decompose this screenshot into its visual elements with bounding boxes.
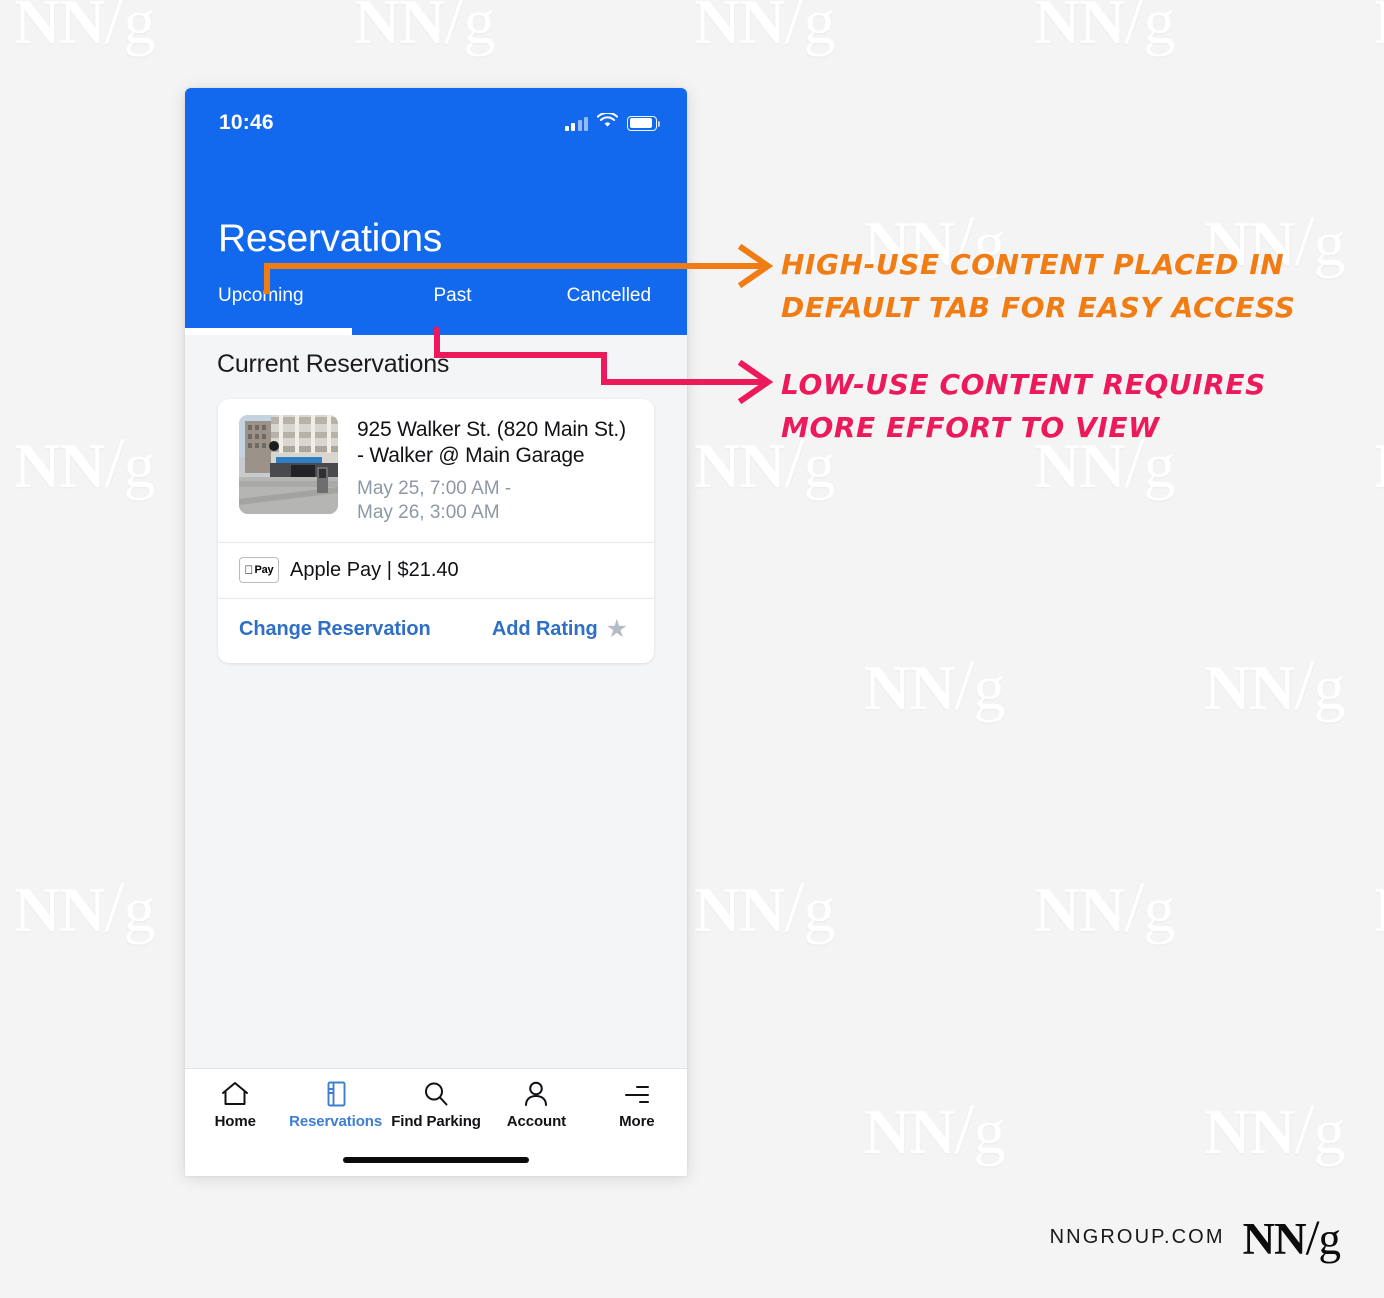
search-icon	[421, 1080, 451, 1108]
apple-pay-badge-label: Pay	[250, 564, 274, 577]
reservation-dates: May 25, 7:00 AM - May 26, 3:00 AM	[357, 477, 638, 524]
watermark-tile: NN/g	[694, 0, 835, 59]
nav-item-home[interactable]: Home	[185, 1080, 285, 1130]
status-bar-time: 10:46	[219, 111, 274, 134]
annotation-low-use-line2: more effort to view	[781, 411, 1160, 445]
active-tab-indicator	[185, 328, 352, 335]
watermark-tile: NN/g	[14, 867, 155, 947]
section-title: Current Reservations	[217, 350, 450, 378]
star-icon: ★	[605, 615, 628, 644]
footer: NNGROUP.COM NN/g	[1049, 1209, 1341, 1265]
footer-url: NNGROUP.COM	[1049, 1225, 1225, 1248]
battery-icon	[627, 115, 660, 131]
reservation-date-start: May 25, 7:00 AM -	[357, 478, 512, 500]
tab-past[interactable]: Past	[374, 279, 530, 335]
reservation-details: 925 Walker St. (820 Main St.) - Walker @…	[357, 415, 638, 524]
watermark-tile: NN/g	[14, 0, 155, 59]
watermark-tile: NN/g	[1034, 423, 1175, 503]
add-rating-label: Add Rating	[491, 618, 598, 641]
reservations-icon	[321, 1080, 351, 1108]
nav-item-more[interactable]: More	[587, 1080, 687, 1130]
reservation-location-name: 925 Walker St. (820 Main St.) - Walker @…	[357, 418, 626, 468]
nav-item-account-label: Account	[506, 1113, 567, 1130]
nng-logo-nn: NN	[1242, 1214, 1307, 1264]
nng-logo: NN/g	[1242, 1209, 1341, 1265]
tab-past-label: Past	[433, 285, 472, 306]
apple-logo-icon: 	[245, 564, 254, 576]
nng-logo-g: g	[1318, 1214, 1341, 1264]
watermark-tile: NN/g	[1374, 0, 1384, 61]
payment-method-and-amount: Apple Pay | $21.40	[290, 558, 459, 581]
nng-logo-slash: /	[1305, 1209, 1320, 1265]
annotation-high-use-line1: High-use content placed in	[781, 248, 1285, 281]
tab-cancelled-label: Cancelled	[566, 285, 652, 306]
cellular-signal-icon	[564, 116, 588, 131]
tab-upcoming-label: Upcoming	[218, 285, 304, 306]
nav-item-reservations[interactable]: Reservations	[285, 1080, 385, 1130]
annotation-low-use: Low-use content requires more effort to …	[781, 363, 1266, 450]
nav-item-find-parking-label: Find Parking	[391, 1113, 481, 1130]
app-header: 10:46 Reservations Upcoming Past Cancell…	[185, 88, 687, 335]
status-bar: 10:46	[185, 88, 687, 136]
watermark-tile: NN/g	[694, 867, 835, 947]
card-actions: Change Reservation Add Rating ★	[218, 599, 654, 663]
watermark-tile: NN/g	[864, 201, 1005, 281]
watermark-tile: NN/g	[1374, 866, 1384, 949]
watermark-tile: NN/g	[1034, 0, 1175, 59]
add-rating-button[interactable]: Add Rating ★	[492, 617, 628, 642]
nav-item-more-label: More	[619, 1113, 655, 1130]
person-icon	[521, 1080, 551, 1108]
watermark-tile: NN/g	[864, 645, 1005, 725]
apple-pay-badge:  Pay	[239, 557, 279, 584]
watermark-tile: NN/g	[864, 1089, 1005, 1169]
screenshot-canvas: NN/g NN/g NN/g NN/g NN/g NN/g NN/g NN/g NN/g NN/g…	[0, 0, 1384, 1298]
status-bar-icons	[564, 111, 660, 133]
home-indicator	[343, 1157, 529, 1163]
watermark-tile: NN/g	[1204, 201, 1345, 281]
parking-garage-photo	[239, 415, 338, 514]
annotation-low-use-line1: Low-use content requires	[781, 368, 1266, 401]
watermark-tile: NN/g	[14, 423, 155, 503]
nav-item-account[interactable]: Account	[486, 1080, 586, 1130]
nav-item-reservations-label: Reservations	[289, 1113, 383, 1130]
home-icon	[220, 1080, 250, 1108]
watermark-tile: NN/g	[354, 0, 495, 59]
change-reservation-link[interactable]: Change Reservation	[239, 618, 431, 641]
payment-row:  Pay Apple Pay | $21.40	[218, 543, 654, 598]
nav-item-home-label: Home	[214, 1113, 256, 1130]
more-lines-icon	[622, 1080, 652, 1108]
tab-cancelled[interactable]: Cancelled	[531, 279, 687, 335]
watermark-tile: NN/g	[1204, 645, 1345, 725]
annotation-high-use-line2: default tab for easy access	[781, 291, 1296, 325]
reservation-card[interactable]: 925 Walker St. (820 Main St.) - Walker @…	[218, 399, 654, 664]
reservation-date-end: May 26, 3:00 AM	[357, 501, 500, 523]
watermark-tile: NN/g	[1374, 422, 1384, 505]
bottom-navigation-bar: Home Reservations Find Parking Account M…	[185, 1068, 687, 1176]
annotation-high-use: High-use content placed in default tab f…	[781, 243, 1296, 330]
app-content: Current Reservations 925 Walker St. (820…	[185, 335, 687, 1069]
tab-upcoming[interactable]: Upcoming	[185, 279, 374, 335]
watermark-tile: NN/g	[694, 423, 835, 503]
nav-item-find-parking[interactable]: Find Parking	[386, 1080, 486, 1130]
watermark-tile: NN/g	[1034, 867, 1175, 947]
watermark-tile: NN/g	[1204, 1089, 1345, 1169]
tab-bar: Upcoming Past Cancelled	[185, 279, 687, 335]
phone-mockup: 10:46 Reservations Upcoming Past Cancell…	[185, 88, 687, 1176]
reservation-summary: 925 Walker St. (820 Main St.) - Walker @…	[218, 399, 654, 542]
wifi-icon	[596, 111, 619, 133]
page-title: Reservations	[218, 217, 443, 260]
